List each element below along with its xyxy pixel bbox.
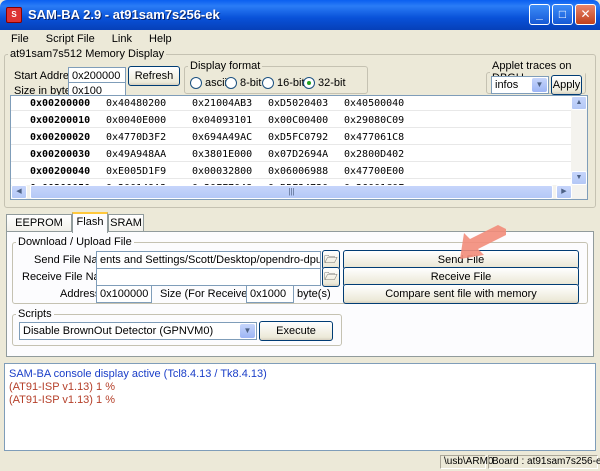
receive-size-input[interactable]: 0x1000 <box>246 285 294 303</box>
memory-value-cell[interactable]: 0x49A948AA <box>106 149 166 160</box>
memory-address-cell: 0x00200040 <box>30 166 91 177</box>
memory-address-cell: 0x00200010 <box>30 115 91 126</box>
window-title: SAM-BA 2.9 - at91sam7s256-ek <box>28 7 220 22</box>
horizontal-scroll-thumb[interactable]: ||| <box>30 185 553 199</box>
memory-address-cell: 0x00200000 <box>30 98 91 109</box>
console-line: (AT91-ISP v1.13) 1 % <box>9 381 115 393</box>
memory-value-cell[interactable]: 0x47700E00 <box>344 166 404 177</box>
table-row: 0x00200030 0x49A948AA 0x3801E000 0x07D2694A… <box>11 148 573 162</box>
apply-button[interactable]: Apply <box>551 75 582 95</box>
samba-app-icon: S <box>6 7 22 23</box>
scripts-selected-value: Disable BrownOut Detector (GPNVM0) <box>23 325 214 337</box>
memory-value-cell[interactable]: 0x694A49AC <box>192 132 252 143</box>
8bit-radio[interactable] <box>225 77 237 89</box>
table-row: 0x00200020 0x4770D3F2 0x694A49AC 0xD5FC0792… <box>11 131 573 145</box>
32bit-radio[interactable] <box>303 77 315 89</box>
memory-vertical-scrollbar[interactable]: ▲ ▼ <box>571 96 587 199</box>
memory-horizontal-scrollbar[interactable]: ◀ ||| ▶ <box>11 185 573 199</box>
scroll-right-icon[interactable]: ▶ <box>556 185 572 199</box>
scripts-legend: Scripts <box>18 308 52 320</box>
menu-bar: File Script File Link Help <box>4 30 596 50</box>
8bit-label: 8-bit <box>240 77 262 89</box>
display-format-legend: Display format <box>190 60 261 72</box>
receive-size-unit: byte(s) <box>297 288 331 300</box>
memory-value-cell[interactable]: 0x21004AB3 <box>192 98 252 109</box>
address-input[interactable]: 0x100000 <box>96 285 152 303</box>
annotation-arrow-icon <box>460 225 506 259</box>
scroll-left-icon[interactable]: ◀ <box>11 185 27 199</box>
chevron-down-icon[interactable]: ▼ <box>240 324 255 338</box>
memory-table[interactable]: 0x00200000 0x40480200 0x21004AB3 0xD5020403… <box>10 95 588 200</box>
memory-value-cell[interactable]: 0x00032800 <box>192 166 252 177</box>
send-file-input[interactable]: ents and Settings/Scott/Desktop/opendro-… <box>96 251 321 269</box>
applet-traces-value: infos <box>495 79 519 91</box>
memory-value-cell[interactable]: 0xD5020403 <box>268 98 328 109</box>
memory-address-cell: 0x00200020 <box>30 132 91 143</box>
ascii-label: ascii <box>205 77 228 89</box>
memory-value-cell[interactable]: 0x3801E000 <box>192 149 252 160</box>
table-row: 0x00200010 0x0040E000 0x04093101 0x00C00400… <box>11 114 573 128</box>
table-row: 0x00200000 0x40480200 0x21004AB3 0xD5020403… <box>11 97 573 111</box>
scroll-up-icon[interactable]: ▲ <box>571 96 587 110</box>
compare-file-button[interactable]: Compare sent file with memory <box>343 284 579 304</box>
chevron-down-icon[interactable]: ▼ <box>532 78 547 92</box>
32bit-label: 32-bit <box>318 77 346 89</box>
memory-value-cell[interactable]: 0xD5FC0792 <box>268 132 328 143</box>
memory-value-cell[interactable]: 0x29080C09 <box>344 115 404 126</box>
memory-value-cell[interactable]: 0x04093101 <box>192 115 252 126</box>
memory-value-cell[interactable]: 0x40480200 <box>106 98 166 109</box>
memory-value-cell[interactable]: 0x2800D402 <box>344 149 404 160</box>
16bit-label: 16-bit <box>277 77 305 89</box>
table-row: 0x00200040 0xE005D1F9 0x00032800 0x06006988… <box>11 165 573 179</box>
maximize-button[interactable]: □ <box>552 4 573 25</box>
memory-value-cell[interactable]: 0xE005D1F9 <box>106 166 166 177</box>
receive-file-input[interactable] <box>96 268 321 286</box>
refresh-button[interactable]: Refresh <box>128 66 180 86</box>
menu-help[interactable]: Help <box>142 30 179 45</box>
memory-display-legend: at91sam7s512 Memory Display <box>10 48 165 60</box>
minimize-button[interactable]: _ <box>529 4 550 25</box>
title-bar[interactable]: S SAM-BA 2.9 - at91sam7s256-ek _ □ ✕ <box>0 0 600 30</box>
applet-traces-select[interactable]: infos ▼ <box>491 76 549 94</box>
console-line: SAM-BA console display active (Tcl8.4.13… <box>9 368 267 380</box>
scroll-down-icon[interactable]: ▼ <box>571 171 587 185</box>
tab-sram[interactable]: SRAM <box>108 214 144 232</box>
scripts-select[interactable]: Disable BrownOut Detector (GPNVM0) ▼ <box>19 322 257 340</box>
menu-link[interactable]: Link <box>105 30 139 45</box>
connection-status: \usb\ARM0 <box>440 455 493 469</box>
menu-script-file[interactable]: Script File <box>39 30 102 45</box>
console-output[interactable]: SAM-BA console display active (Tcl8.4.13… <box>4 363 596 451</box>
board-status: Board : at91sam7s256-ek <box>488 455 600 469</box>
memory-value-cell[interactable]: 0x477061C8 <box>344 132 404 143</box>
execute-button[interactable]: Execute <box>259 321 333 341</box>
memory-value-cell[interactable]: 0x00C00400 <box>268 115 328 126</box>
memory-address-cell: 0x00200030 <box>30 149 91 160</box>
tab-eeprom-at24[interactable]: EEPROM AT24 <box>6 214 72 245</box>
folder-open-icon[interactable]: 🗁 <box>322 267 340 287</box>
menu-file[interactable]: File <box>4 30 36 45</box>
memory-value-cell[interactable]: 0x4770D3F2 <box>106 132 166 143</box>
download-upload-legend: Download / Upload File <box>18 236 132 248</box>
memory-value-cell[interactable]: 0x07D2694A <box>268 149 328 160</box>
memory-value-cell[interactable]: 0x0040E000 <box>106 115 166 126</box>
status-bar: \usb\ARM0 Board : at91sam7s256-ek <box>0 453 600 471</box>
tab-flash[interactable]: Flash <box>72 212 108 233</box>
ascii-radio[interactable] <box>190 77 202 89</box>
close-button[interactable]: ✕ <box>575 4 596 25</box>
console-line: (AT91-ISP v1.13) 1 % <box>9 394 115 406</box>
16bit-radio[interactable] <box>262 77 274 89</box>
memory-value-cell[interactable]: 0x06006988 <box>268 166 328 177</box>
memory-value-cell[interactable]: 0x40500040 <box>344 98 404 109</box>
